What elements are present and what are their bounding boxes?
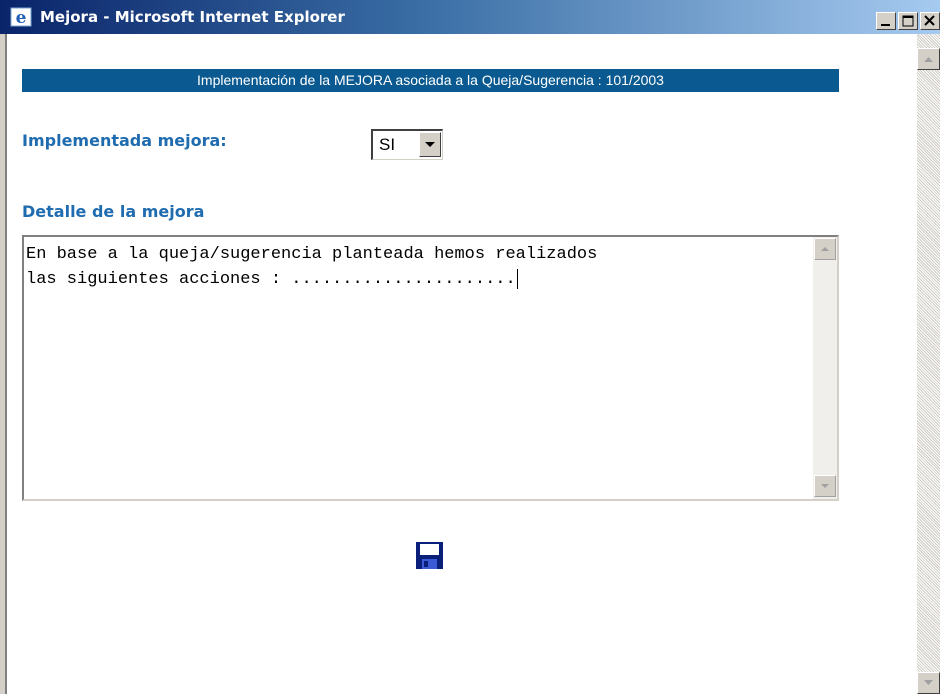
arrow-down-icon [821, 484, 829, 488]
close-button[interactable] [920, 12, 940, 30]
arrow-up-icon [924, 57, 933, 62]
page-vertical-scrollbar[interactable] [917, 34, 940, 694]
window-titlebar[interactable]: e Mejora - Microsoft Internet Explorer [0, 0, 940, 34]
arrow-down-icon [924, 680, 933, 685]
scroll-up-button[interactable] [917, 48, 940, 70]
close-icon [924, 15, 935, 26]
svg-text:e: e [16, 8, 27, 27]
detail-textarea-text: En base a la queja/sugerencia planteada … [26, 242, 806, 292]
restore-button[interactable] [898, 12, 918, 30]
form-header: Implementación de la MEJORA asociada a l… [22, 69, 839, 92]
implemented-select-value: SI [379, 135, 396, 154]
textarea-scroll-up-button[interactable] [814, 238, 836, 260]
text-caret [516, 268, 518, 289]
scroll-down-button[interactable] [917, 672, 940, 694]
implemented-label: Implementada mejora: [22, 131, 227, 150]
detail-label: Detalle de la mejora [22, 202, 205, 221]
arrow-up-icon [821, 247, 829, 251]
window-left-border [0, 34, 7, 694]
minimize-button[interactable] [876, 12, 896, 30]
textarea-scroll-down-button[interactable] [814, 475, 836, 497]
chevron-down-icon [425, 142, 435, 147]
minimize-icon [881, 24, 890, 26]
window-title: Mejora - Microsoft Internet Explorer [40, 8, 345, 26]
implemented-select-dropdown-button[interactable] [419, 132, 441, 157]
implemented-select[interactable]: SI [371, 129, 443, 160]
detail-textarea[interactable]: En base a la queja/sugerencia planteada … [22, 235, 839, 501]
internet-explorer-icon: e [10, 7, 32, 27]
restore-icon [902, 15, 914, 27]
detail-textarea-content: En base a la queja/sugerencia planteada … [26, 245, 598, 289]
save-button[interactable] [415, 541, 444, 570]
textarea-scrollbar[interactable] [813, 237, 837, 499]
floppy-disk-icon [416, 542, 443, 569]
